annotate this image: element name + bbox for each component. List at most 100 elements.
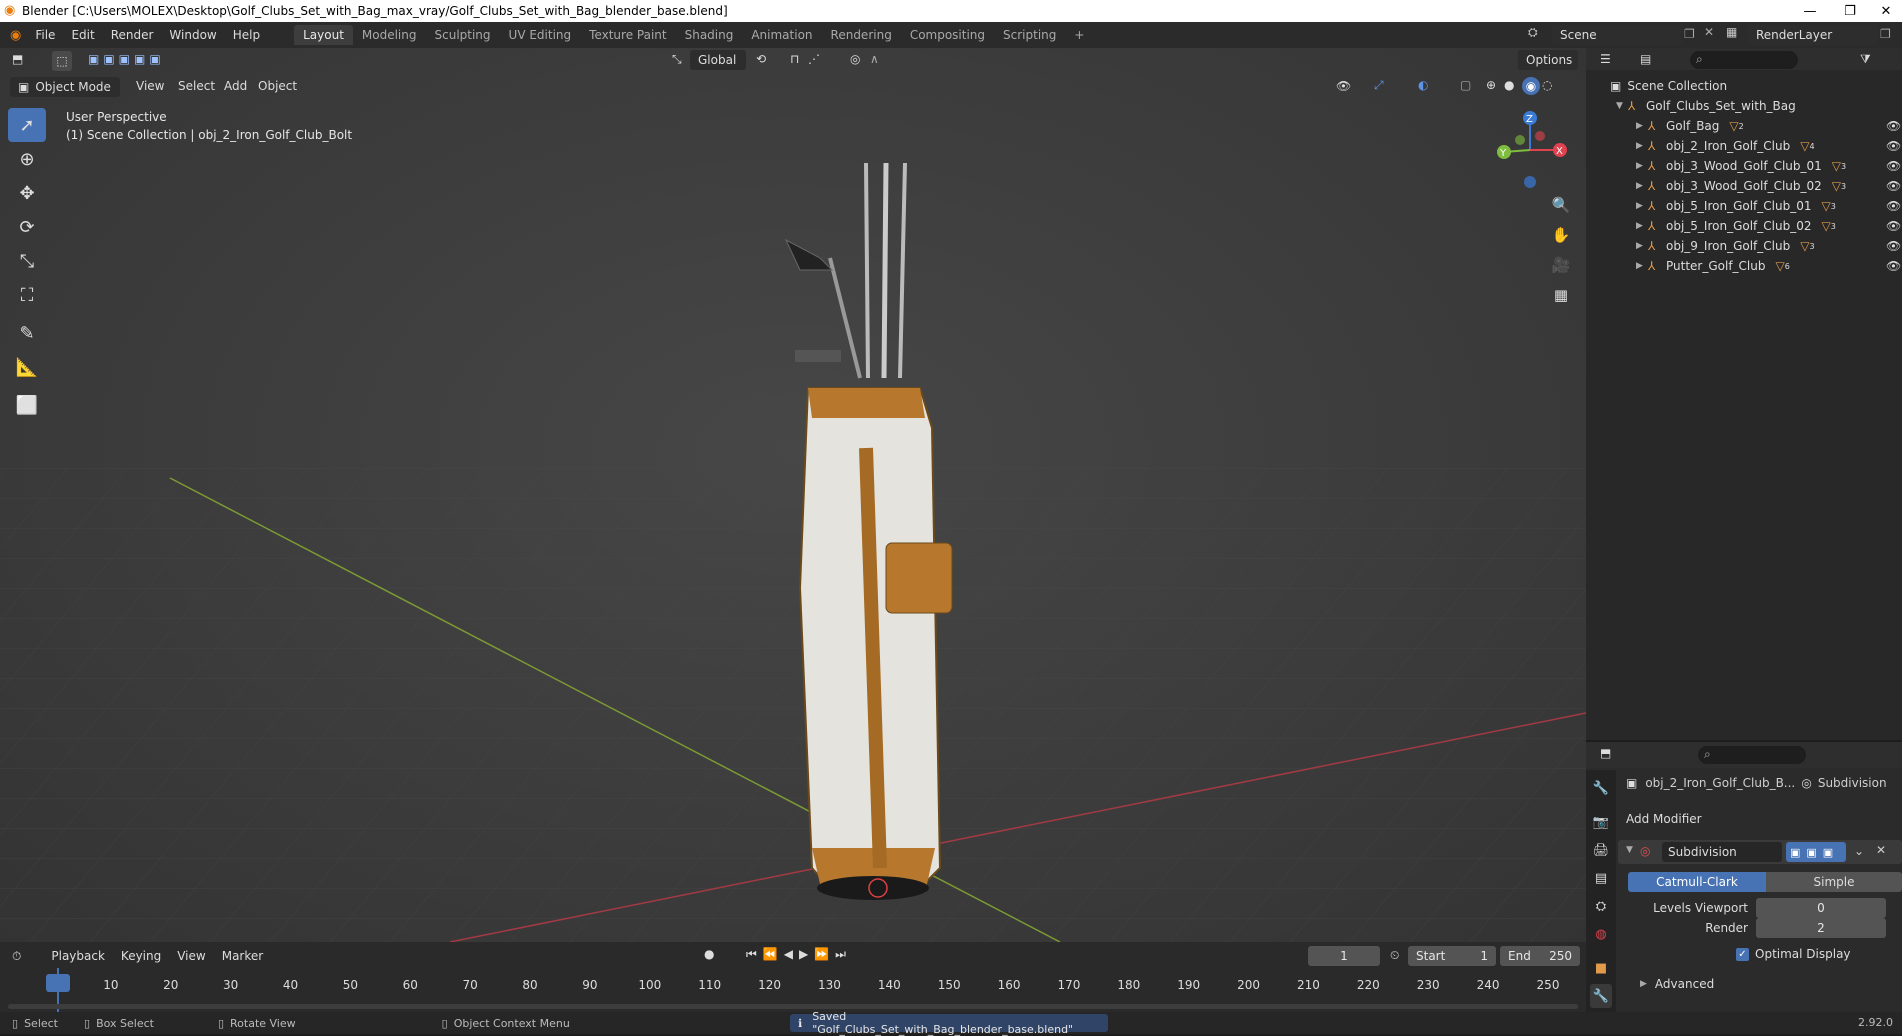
select-tool-icon[interactable]: ⬚ xyxy=(52,51,72,71)
visibility-eye-icon[interactable]: 👁 xyxy=(1886,239,1901,253)
display-mode-icon[interactable]: ▤ xyxy=(1640,52,1651,66)
scene-selector[interactable]: Scene xyxy=(1552,25,1682,45)
snap-icon[interactable]: ⊓ xyxy=(790,52,799,66)
outliner-editor-icon[interactable]: ☰ xyxy=(1600,52,1611,66)
expand-triangle-icon[interactable]: ▶ xyxy=(1636,181,1648,191)
pivot-point-icon[interactable]: ⟲ xyxy=(756,52,766,66)
outliner-item[interactable]: ▶ ⅄ obj_3_Wood_Golf_Club_02 ▽ 3 👁 xyxy=(1586,176,1902,196)
simple-button[interactable]: Simple xyxy=(1766,872,1902,892)
tab-modifiers[interactable]: 🔧 xyxy=(1590,984,1612,1008)
expand-triangle-icon[interactable]: ▶ xyxy=(1636,161,1648,171)
tab-render[interactable]: 📷 xyxy=(1590,810,1612,834)
playhead-indicator[interactable] xyxy=(46,974,70,992)
timeline-scrollbar[interactable] xyxy=(8,1004,1578,1009)
golf-bag-model[interactable] xyxy=(784,162,953,900)
shading-material-icon[interactable]: ◉ xyxy=(1522,77,1540,95)
outliner-item[interactable]: ▶ ⅄ obj_2_Iron_Golf_Club ▽ 4 👁 xyxy=(1586,136,1902,156)
shading-wireframe-icon[interactable]: ⊕ xyxy=(1486,78,1496,92)
tab-tool[interactable]: 🔧 xyxy=(1590,776,1612,800)
expand-triangle-icon[interactable]: ▶ xyxy=(1636,221,1648,231)
add-modifier-button[interactable]: Add Modifier xyxy=(1626,808,1896,830)
maximize-button[interactable]: ❐ xyxy=(1830,0,1870,22)
shading-solid-icon[interactable]: ● xyxy=(1504,78,1514,92)
outliner-item[interactable]: ▶ ⅄ obj_5_Iron_Golf_Club_01 ▽ 3 👁 xyxy=(1586,196,1902,216)
visibility-eye-icon[interactable]: 👁 xyxy=(1886,159,1901,173)
remove-modifier-icon[interactable]: ✕ xyxy=(1876,843,1886,857)
transform-orientation-dropdown[interactable]: Global xyxy=(690,50,746,70)
catmull-clark-button[interactable]: Catmull-Clark xyxy=(1628,872,1766,892)
expand-triangle-icon[interactable]: ▶ xyxy=(1636,201,1648,211)
tab-animation[interactable]: Animation xyxy=(742,25,821,45)
outliner-item[interactable]: ▶ ⅄ obj_5_Iron_Golf_Club_02 ▽ 3 👁 xyxy=(1586,216,1902,236)
visibility-icon[interactable]: 👁 xyxy=(1336,79,1351,93)
object-mode-dropdown[interactable]: ▣ Object Mode xyxy=(10,77,120,97)
tab-rendering[interactable]: Rendering xyxy=(822,25,901,45)
timeline-editor-icon[interactable]: ⏱ xyxy=(12,949,21,964)
timeline-menu-playback[interactable]: Playback xyxy=(43,949,113,963)
tab-output[interactable]: 🖨 xyxy=(1590,838,1612,862)
tab-texture-paint[interactable]: Texture Paint xyxy=(580,25,675,45)
outliner-item[interactable]: ▶ ⅄ Golf_Bag ▽ 2 👁 xyxy=(1586,116,1902,136)
visibility-eye-icon[interactable]: 👁 xyxy=(1886,179,1901,193)
scale-tool[interactable]: ⤡ xyxy=(8,244,46,278)
modifier-display-toggles[interactable]: ▣▣▣ xyxy=(1786,842,1846,862)
timeline-menu-marker[interactable]: Marker xyxy=(214,949,271,963)
zoom-view-button[interactable]: 🔍 xyxy=(1548,192,1574,218)
expand-triangle-icon[interactable]: ▶ xyxy=(1636,121,1648,131)
tab-scripting[interactable]: Scripting xyxy=(994,25,1065,45)
tab-view-layer[interactable]: ▤ xyxy=(1590,866,1612,890)
delete-scene-icon[interactable]: ✕ xyxy=(1704,25,1714,39)
outliner-item[interactable]: ▶ ⅄ obj_9_Iron_Golf_Club ▽ 3 👁 xyxy=(1586,236,1902,256)
timeline-menu-keying[interactable]: Keying xyxy=(113,949,169,963)
properties-editor-icon[interactable]: ⬒ xyxy=(1600,746,1611,760)
measure-tool[interactable]: 📐 xyxy=(8,350,46,384)
rotate-tool[interactable]: ⟳ xyxy=(8,210,46,244)
tab-world[interactable]: ◍ xyxy=(1590,922,1612,946)
visibility-eye-icon[interactable]: 👁 xyxy=(1886,219,1901,233)
modifier-name-field[interactable]: Subdivision xyxy=(1662,842,1782,862)
tab-layout[interactable]: Layout xyxy=(294,25,353,45)
camera-view-button[interactable]: 🎥 xyxy=(1548,252,1574,278)
menu-file[interactable]: File xyxy=(27,28,63,42)
expand-triangle-icon[interactable]: ▶ xyxy=(1636,241,1648,251)
tab-object[interactable]: ■ xyxy=(1590,956,1612,980)
snap-target-icon[interactable]: ⋰ xyxy=(808,52,820,66)
playback-controls[interactable]: ⏮⏪◀▶⏩⏭ xyxy=(746,947,852,962)
expand-triangle-icon[interactable]: ▼ xyxy=(1616,101,1628,111)
transform-tool[interactable]: ⛶ xyxy=(8,278,46,312)
outliner-search-input[interactable]: ⌕ xyxy=(1690,51,1798,69)
blender-menu-icon[interactable]: ◉ xyxy=(10,28,21,43)
viewport-menu-view[interactable]: View xyxy=(128,79,172,93)
annotate-tool[interactable]: ✎ xyxy=(8,316,46,350)
expand-triangle-icon[interactable]: ▶ xyxy=(1636,261,1648,271)
cursor-tool[interactable]: ⊕ xyxy=(8,142,46,176)
visibility-eye-icon[interactable]: 👁 xyxy=(1886,199,1901,213)
shading-rendered-icon[interactable]: ◌ xyxy=(1542,78,1552,92)
current-frame-field[interactable]: 1 xyxy=(1308,946,1380,966)
filter-icon[interactable]: ⧩ xyxy=(1860,52,1871,67)
close-button[interactable]: ✕ xyxy=(1866,0,1902,22)
tab-scene[interactable]: ⛭ xyxy=(1590,894,1612,918)
minimize-button[interactable]: — xyxy=(1790,0,1830,22)
select-mode-icons[interactable]: ▣▣▣▣▣ xyxy=(88,52,165,66)
new-scene-icon[interactable]: ❐ xyxy=(1684,27,1695,41)
tab-uv-editing[interactable]: UV Editing xyxy=(500,25,581,45)
gizmo-neg-z-axis[interactable] xyxy=(1524,176,1536,188)
gizmo-toggle-icon[interactable]: ⤢ xyxy=(1374,78,1384,93)
tab-modeling[interactable]: Modeling xyxy=(353,25,426,45)
3d-viewport[interactable] xyxy=(0,48,1586,942)
add-cube-tool[interactable]: ⬜ xyxy=(8,388,46,422)
outliner-collection-row[interactable]: ▼ ⅄ Golf_Clubs_Set_with_Bag xyxy=(1586,96,1902,116)
modifier-dropdown-icon[interactable]: ⌄ xyxy=(1854,844,1864,858)
render-layer-selector[interactable]: RenderLayer xyxy=(1748,25,1878,45)
menu-render[interactable]: Render xyxy=(103,28,162,42)
levels-viewport-field[interactable]: 0 xyxy=(1756,898,1886,918)
select-box-tool[interactable]: ➚ xyxy=(8,108,46,142)
outliner-item[interactable]: ▶ ⅄ Putter_Golf_Club ▽ 6 👁 xyxy=(1586,256,1902,276)
overlay-toggle-icon[interactable]: ◐ xyxy=(1418,78,1428,92)
properties-search-input[interactable]: ⌕ xyxy=(1698,746,1806,764)
ortho-toggle-button[interactable]: ▦ xyxy=(1548,282,1574,308)
add-workspace-button[interactable]: + xyxy=(1065,25,1093,45)
tab-sculpting[interactable]: Sculpting xyxy=(426,25,500,45)
timeline-menu-view[interactable]: View xyxy=(169,949,213,963)
